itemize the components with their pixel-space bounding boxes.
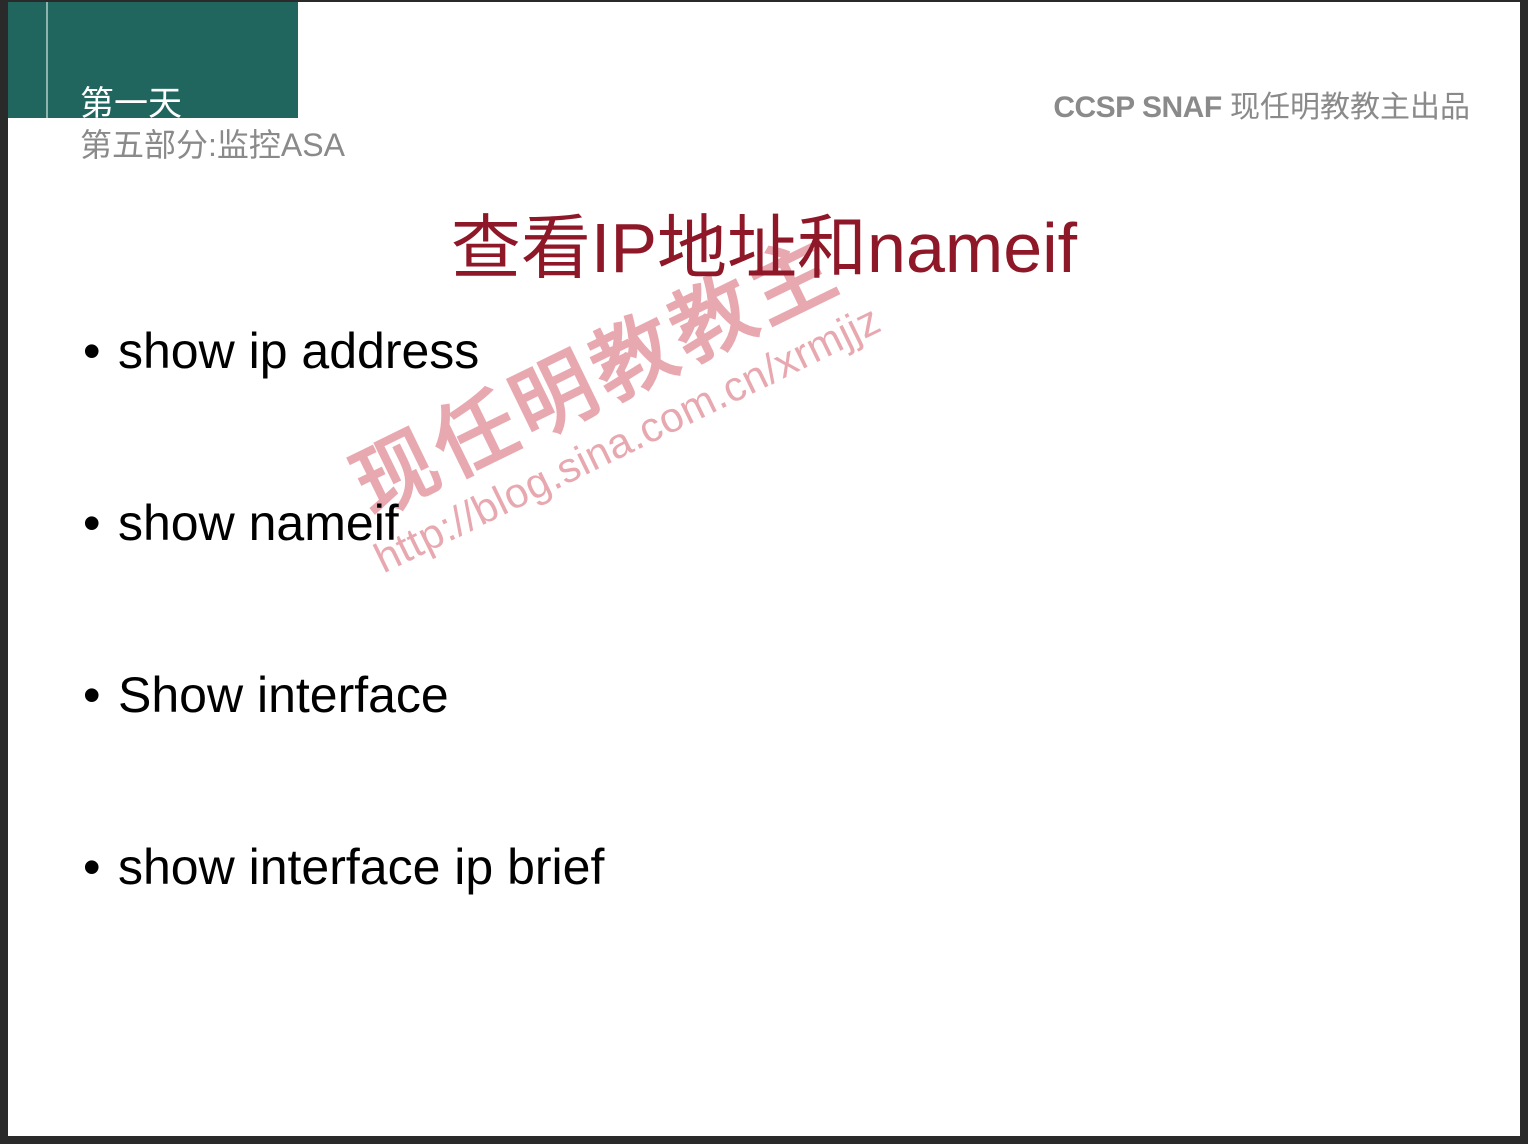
list-item: show interface ip brief — [83, 838, 1460, 896]
slide-title: 查看IP地址和nameif — [8, 192, 1520, 293]
title-part-ip: IP — [591, 209, 657, 287]
title-part-pre: 查看 — [451, 211, 591, 288]
section-label: 第五部分:监控ASA — [80, 120, 345, 166]
list-item: show ip address — [83, 322, 1460, 380]
title-part-tail: nameif — [867, 209, 1077, 287]
day-label: 第一天 — [80, 76, 182, 125]
slide: 第一天 第五部分:监控ASA CCSP SNAF 现任明教教主出品 现任明教教主… — [8, 2, 1520, 1136]
course-credit: CCSP SNAF 现任明教教主出品 — [1053, 82, 1470, 126]
bullet-list: show ip address show nameif Show interfa… — [83, 322, 1460, 1010]
title-part-mid: 地址和 — [657, 211, 867, 288]
list-item: Show interface — [83, 666, 1460, 724]
header-divider — [46, 2, 48, 118]
list-item: show nameif — [83, 494, 1460, 552]
course-code: CCSP SNAF — [1053, 91, 1221, 124]
course-author: 现任明教教主出品 — [1222, 91, 1470, 124]
